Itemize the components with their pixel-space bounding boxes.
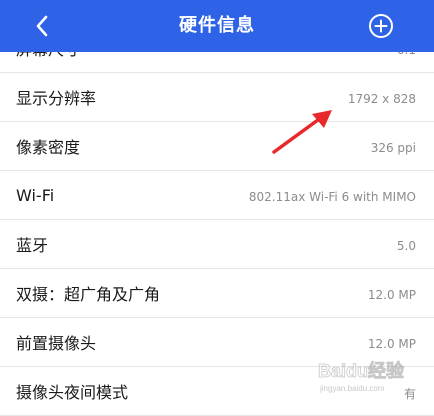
list-item-label: 摄像头夜间模式: [16, 383, 129, 402]
list-item-label: 像素密度: [16, 138, 81, 157]
list-item-wifi[interactable]: Wi-Fi 802.11ax Wi-Fi 6 with MIMO: [0, 171, 434, 220]
list-item-resolution[interactable]: 显示分辨率 1792 x 828: [0, 73, 434, 122]
list-item-label: Wi-Fi: [16, 185, 55, 205]
list-item-value: 326 ppi: [370, 141, 416, 155]
list-item-value: 5.0: [396, 239, 416, 253]
list-item-value: 12.0 MP: [367, 288, 416, 302]
hardware-info-list: 屏幕尺寸 6.1 显示分辨率 1792 x 828 像素密度 326 ppi W…: [0, 24, 434, 416]
add-circle-icon: [369, 14, 393, 38]
list-item-value: 802.11ax Wi-Fi 6 with MIMO: [248, 190, 416, 204]
list-item-label: 显示分辨率: [16, 89, 97, 108]
list-item-label: 蓝牙: [16, 236, 49, 255]
list-item-dual-camera[interactable]: 双摄：超广角及广角 12.0 MP: [0, 269, 434, 318]
list-item-value: 12.0 MP: [367, 337, 416, 351]
navigation-bar: 硬件信息: [0, 0, 434, 52]
list-item-label: 双摄：超广角及广角: [16, 285, 161, 304]
list-item-pixel-density[interactable]: 像素密度 326 ppi: [0, 122, 434, 171]
add-button[interactable]: [368, 13, 394, 39]
list-item-value: 有: [403, 386, 416, 401]
list-item-front-camera[interactable]: 前置摄像头 12.0 MP: [0, 318, 434, 367]
list-item-value: 1792 x 828: [347, 92, 416, 106]
list-item-bluetooth[interactable]: 蓝牙 5.0: [0, 220, 434, 269]
list-item-label: 前置摄像头: [16, 334, 97, 353]
list-item-night-mode[interactable]: 摄像头夜间模式 有: [0, 367, 434, 416]
